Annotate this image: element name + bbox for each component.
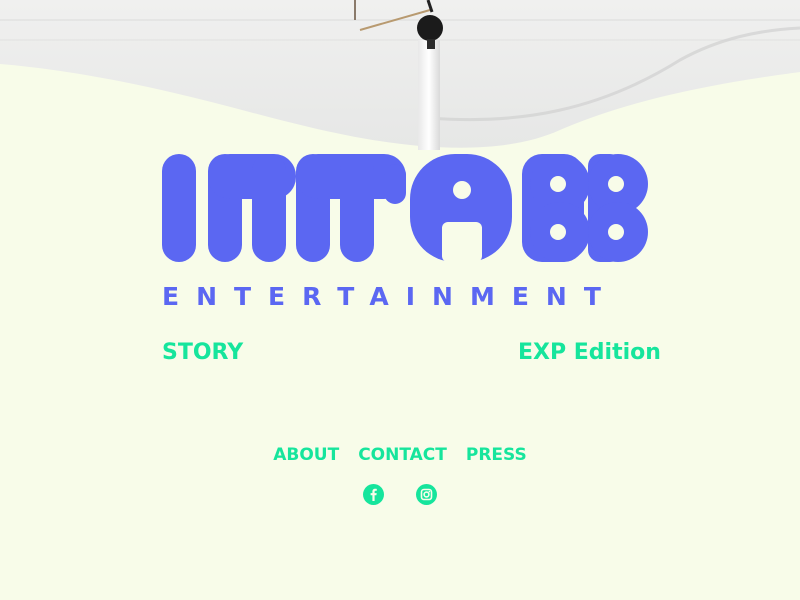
instagram-icon[interactable] [416,484,437,505]
brand-logo[interactable] [160,152,650,267]
wordmark-graphic [162,154,648,267]
story-link[interactable]: STORY [162,340,243,365]
contact-link[interactable]: CONTACT [358,445,447,465]
press-link[interactable]: PRESS [466,445,527,465]
facebook-icon[interactable] [363,484,384,505]
exp-edition-link[interactable]: EXP Edition [518,340,661,365]
header-photo [0,0,800,160]
social-links [0,484,800,505]
footer-nav: ABOUT CONTACT PRESS [0,445,800,465]
about-link[interactable]: ABOUT [273,445,339,465]
brand-subtitle: ENTERTAINMENT [162,282,618,311]
